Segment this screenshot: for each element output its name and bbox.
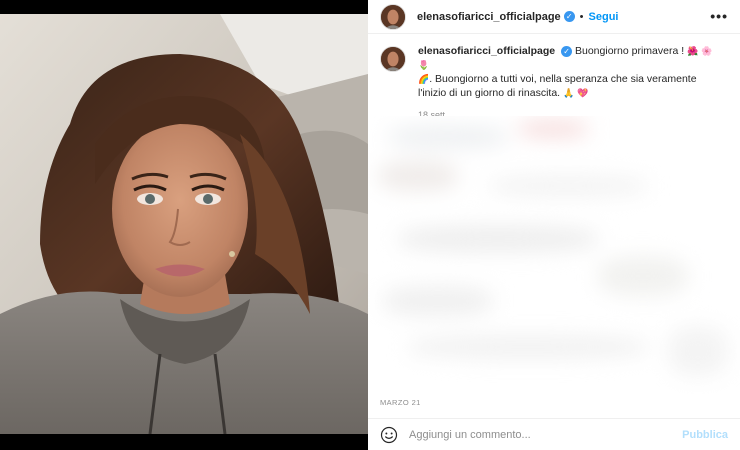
comment-bar: Pubblica	[368, 418, 740, 450]
header-username[interactable]: elenasofiaricci_officialpage	[417, 11, 561, 23]
verified-badge-icon: ✓	[563, 11, 575, 22]
selfie-photo	[0, 14, 368, 434]
caption-emoji-end: 🙏 💖	[563, 89, 589, 99]
comment-input[interactable]	[409, 428, 679, 441]
smiley-icon[interactable]	[380, 426, 398, 444]
side-pane: elenasofiaricci_officialpage ✓ • Segui •…	[368, 0, 740, 450]
caption-emoji-rainbow: 🌈	[418, 75, 430, 85]
caption-text-line1: Buongiorno primavera !	[575, 45, 685, 57]
caption-text-line2: . Buongiorno a tutti voi, nella speranza…	[418, 73, 697, 99]
follow-button[interactable]: Segui	[589, 11, 619, 23]
separator-dot: •	[579, 10, 584, 23]
caption-avatar[interactable]	[380, 46, 406, 72]
instagram-post: elenasofiaricci_officialpage ✓ • Segui •…	[0, 0, 740, 450]
comments-area-blurred	[368, 116, 740, 394]
more-options-icon[interactable]: •••	[710, 8, 728, 24]
blurred-comments	[368, 116, 740, 394]
photo-pane	[0, 0, 368, 450]
publish-button[interactable]: Pubblica	[682, 429, 728, 441]
post-photo[interactable]	[0, 14, 368, 434]
caption-username[interactable]: elenasofiaricci_officialpage	[418, 45, 555, 57]
caption: elenasofiaricci_officialpage ✓ Buongiorn…	[380, 45, 730, 122]
post-header: elenasofiaricci_officialpage ✓ • Segui •…	[368, 0, 740, 34]
profile-avatar[interactable]	[380, 3, 406, 30]
post-date: MARZO 21	[380, 398, 421, 407]
caption-body: elenasofiaricci_officialpage ✓ Buongiorn…	[418, 45, 723, 122]
verified-badge-icon: ✓	[561, 46, 573, 57]
